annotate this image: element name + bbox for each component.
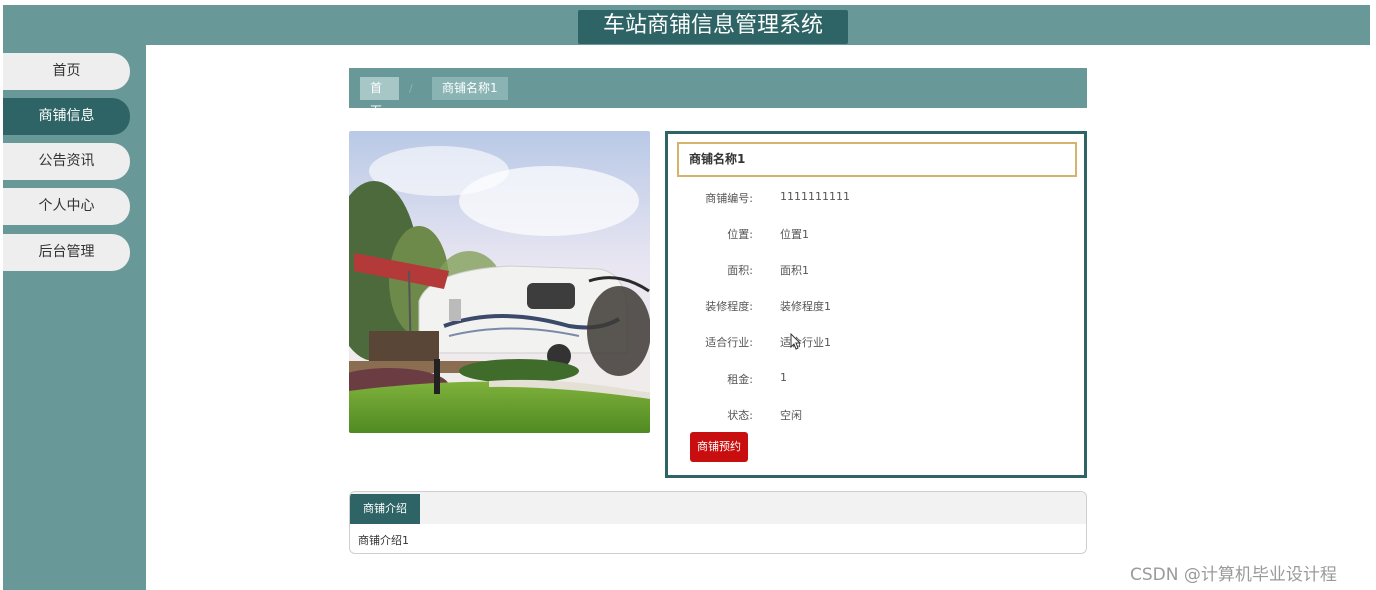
field-label-shop-number: 商铺编号: bbox=[705, 192, 753, 205]
field-value-status: 空闲 bbox=[780, 409, 802, 422]
field-value-location: 位置1 bbox=[780, 228, 809, 241]
sidebar: 首页 商铺信息 公告资讯 个人中心 后台管理 bbox=[3, 45, 146, 590]
watermark-text: CSDN @计算机毕业设计程 bbox=[1130, 565, 1337, 585]
field-value-rent: 1 bbox=[780, 371, 787, 384]
breadcrumb-separator: / bbox=[409, 82, 413, 95]
reserve-shop-button[interactable]: 商铺预约 bbox=[690, 432, 748, 462]
nav-item-home[interactable]: 首页 bbox=[3, 53, 130, 90]
intro-tab-bar: 商铺介绍 bbox=[350, 492, 1086, 524]
app-title: 车站商铺信息管理系统 bbox=[578, 10, 848, 44]
field-value-industry: 适合行业1 bbox=[780, 336, 831, 349]
shop-detail-card: 商铺名称1 商铺编号: 1111111111 位置: 位置1 面积: 面积1 装… bbox=[665, 131, 1087, 478]
nav-item-shop-info[interactable]: 商铺信息 bbox=[3, 98, 130, 135]
field-value-area: 面积1 bbox=[780, 264, 809, 277]
breadcrumb-current: 商铺名称1 bbox=[432, 77, 508, 100]
field-value-decoration: 装修程度1 bbox=[780, 300, 831, 313]
shop-intro-panel: 商铺介绍 商铺介绍1 bbox=[349, 491, 1087, 554]
shop-photo bbox=[349, 131, 650, 433]
field-label-decoration: 装修程度: bbox=[705, 300, 753, 313]
field-label-industry: 适合行业: bbox=[705, 336, 753, 349]
breadcrumb-home-link[interactable]: 首页 bbox=[360, 77, 399, 118]
nav-item-announcements[interactable]: 公告资讯 bbox=[3, 143, 130, 180]
field-value-shop-number: 1111111111 bbox=[780, 190, 850, 203]
mouse-pointer-icon bbox=[790, 333, 802, 350]
field-label-area: 面积: bbox=[727, 264, 753, 277]
nav-item-personal-center[interactable]: 个人中心 bbox=[3, 188, 130, 225]
tab-shop-intro[interactable]: 商铺介绍 bbox=[350, 494, 420, 524]
camper-scene-image bbox=[349, 131, 650, 433]
shop-intro-content: 商铺介绍1 bbox=[358, 534, 409, 547]
nav-item-admin[interactable]: 后台管理 bbox=[3, 234, 130, 271]
header-bar: 车站商铺信息管理系统 bbox=[3, 5, 1370, 45]
field-label-status: 状态: bbox=[727, 409, 753, 422]
breadcrumb: 首页 / 商铺名称1 bbox=[349, 68, 1087, 118]
page: 车站商铺信息管理系统 首页 商铺信息 公告资讯 个人中心 后台管理 首页 / 商… bbox=[0, 0, 1376, 590]
shop-name: 商铺名称1 bbox=[677, 142, 1077, 177]
field-label-rent: 租金: bbox=[727, 373, 753, 386]
field-label-location: 位置: bbox=[727, 228, 753, 241]
